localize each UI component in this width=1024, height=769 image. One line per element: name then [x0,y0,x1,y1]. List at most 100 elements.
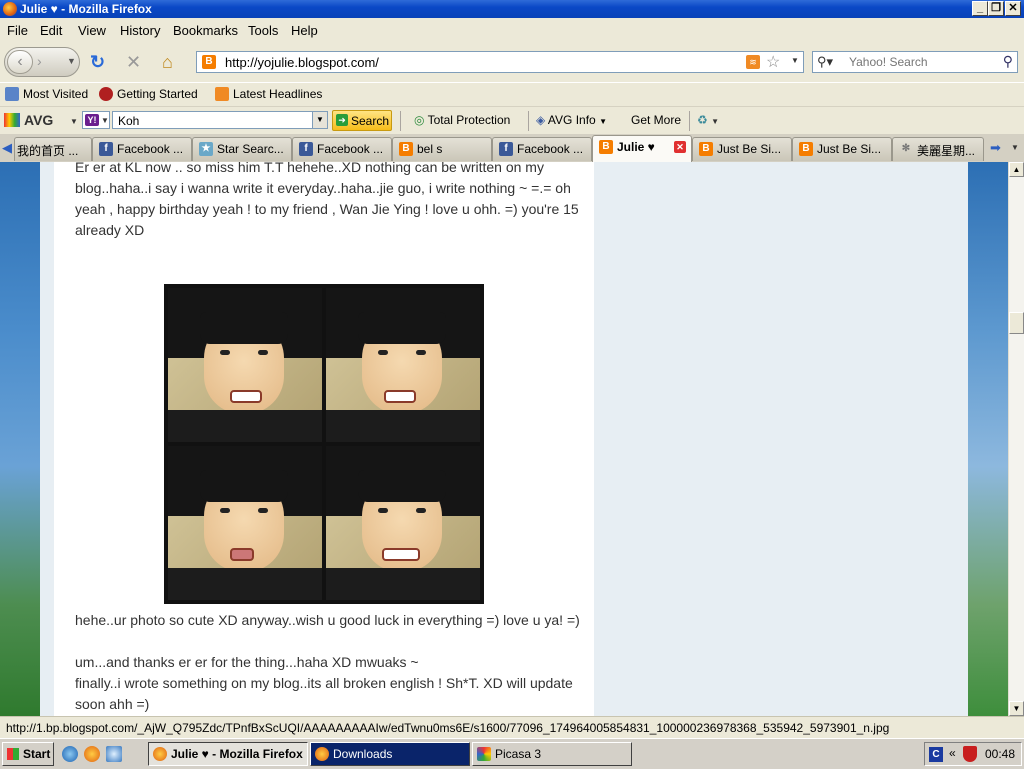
toolbar-search-field[interactable]: ▼ [112,111,328,129]
bookmark-most-visited[interactable]: Most Visited [5,87,88,101]
bookmark-star-icon[interactable]: ☆ [766,52,780,72]
task-downloads[interactable]: Downloads [310,742,470,766]
post-paragraph-2: hehe..ur photo so cute XD anyway..wish u… [75,612,580,628]
tab-star-search[interactable]: ★ Star Searc... [192,137,292,161]
history-dropdown-icon[interactable]: ▼ [67,56,76,66]
taskbar: Start Julie ♥ - Mozilla Firefox Download… [0,738,1024,769]
search-input[interactable] [847,54,991,70]
toolbar-search-dropdown-icon[interactable]: ▼ [312,112,327,128]
blogger-icon: B [699,142,713,156]
reload-icon[interactable]: ↻ [90,52,105,72]
tab-just-be-simple-1[interactable]: B Just Be Si... [692,137,792,161]
yahoo-button[interactable]: Y! ▼ [82,111,110,129]
toolbar-search-button[interactable]: ➜ Search [332,110,392,131]
facebook-icon: f [499,142,513,156]
home-icon[interactable]: ⌂ [162,52,173,72]
forward-button[interactable]: › [37,53,42,69]
get-more-button[interactable]: Get More [631,113,681,127]
minimize-button[interactable]: _ [972,1,988,16]
bookmark-latest-headlines[interactable]: Latest Headlines [215,87,322,101]
search-bar[interactable]: ⚲▾ ⚲ [812,51,1018,73]
collage-photo-3 [168,446,322,600]
menu-help[interactable]: Help [291,23,318,38]
rss-feed-icon[interactable]: ≋ [746,55,760,69]
tab-facebook-2[interactable]: f Facebook ... [292,137,392,161]
tab-facebook-3[interactable]: f Facebook ... [492,137,592,161]
menu-history[interactable]: History [120,23,160,38]
blog-post: Er er at KL now .. so miss him T.T heheh… [54,162,594,716]
maximize-button[interactable]: ❐ [988,1,1004,16]
loading-spinner-icon: ✻ [901,143,911,154]
bookmarks-toolbar: Most Visited Getting Started Latest Head… [0,82,1024,107]
page-viewport: Er er at KL now .. so miss him T.T heheh… [0,162,1008,716]
collage-photo-4 [326,446,480,600]
tab-julie-active[interactable]: B Julie ♥ ✕ [592,135,692,162]
tab-scroll-left-icon[interactable]: ◀ [2,140,12,156]
menu-file[interactable]: File [7,23,28,38]
menu-edit[interactable]: Edit [40,23,62,38]
menu-bookmarks[interactable]: Bookmarks [173,23,238,38]
avg-logo[interactable]: AVG [4,112,53,128]
task-firefox[interactable]: Julie ♥ - Mozilla Firefox [148,742,308,766]
tab-list-dropdown-icon[interactable]: ▼ [1011,143,1019,152]
avg-toolbar: AVG ▼ Y!▼ ▼ ➜ Search ◎ Total Protection … [0,106,1024,135]
yahoo-dropdown-icon: ▼ [101,116,109,125]
firefox-quicklaunch-icon[interactable] [84,746,100,762]
menu-tools[interactable]: Tools [248,23,278,38]
tab-home[interactable]: 我的首页 ... [14,137,92,161]
stop-icon[interactable]: ✕ [126,52,141,72]
tab-scroll-right-icon[interactable]: ➡ [990,140,1001,156]
tray-expand-icon[interactable]: « [949,746,956,760]
blogger-icon: B [799,142,813,156]
toolbar-search-input[interactable] [116,113,310,129]
scroll-up-icon[interactable]: ▲ [1009,162,1024,177]
tab-loading[interactable]: ✻ 美麗星期... [892,137,984,161]
start-button[interactable]: Start [2,742,54,766]
bookmark-getting-started[interactable]: Getting Started [99,87,198,101]
internet-explorer-icon[interactable] [62,746,78,762]
menu-bar: File Edit View History Bookmarks Tools H… [0,18,1024,43]
security-shield-icon[interactable] [963,746,977,762]
vertical-scrollbar[interactable]: ▲ ▼ [1008,162,1024,716]
tab-facebook-1[interactable]: f Facebook ... [92,137,192,161]
tab-close-icon[interactable]: ✕ [674,141,686,153]
task-picasa[interactable]: Picasa 3 [472,742,632,766]
bookmark-folder-icon [5,87,19,101]
show-desktop-icon[interactable] [106,746,122,762]
navigation-toolbar: ‹ › ▼ ↻ ✕ ⌂ B ≋ ☆ ▼ ⚲▾ ⚲ [0,42,1024,82]
avg-info-button[interactable]: ◈ AVG Info ▼ [536,113,607,127]
facebook-icon: f [99,142,113,156]
toolbar-extra-icon[interactable]: ♻ ▼ [697,113,719,127]
collage-photo-1 [168,288,322,442]
system-tray: C « 00:48 [924,742,1022,766]
tab-bel-s[interactable]: Bbel s [392,137,492,161]
language-icon[interactable]: C [929,747,943,762]
window-title: Julie ♥ - Mozilla Firefox [20,2,152,16]
tab-bar: ◀ 我的首页 ... f Facebook ... ★ Star Searc... … [0,134,1024,163]
firefox-icon [3,2,17,16]
avg-dropdown-icon[interactable]: ▼ [70,117,78,126]
photo-collage[interactable] [164,284,484,604]
menu-view[interactable]: View [78,23,106,38]
scroll-thumb[interactable] [1009,312,1024,334]
blogger-favicon-icon: B [202,55,216,69]
title-bar: Julie ♥ - Mozilla Firefox _ ❐ ✕ [0,0,1024,18]
avg-info-dropdown-icon: ▼ [599,117,607,126]
url-dropdown-icon[interactable]: ▼ [791,56,799,65]
url-bar[interactable]: B ≋ ☆ ▼ [196,51,804,73]
scroll-down-icon[interactable]: ▼ [1009,701,1024,716]
search-go-icon[interactable]: ⚲ [1003,53,1013,70]
url-input[interactable] [223,54,727,71]
blogger-icon: B [599,140,613,154]
tab-just-be-simple-2[interactable]: B Just Be Si... [792,137,892,161]
status-bar: http://1.bp.blogspot.com/_AjW_Q795Zdc/TP… [0,716,1024,739]
search-engine-icon[interactable]: ⚲▾ [817,54,833,70]
total-protection-button[interactable]: ◎ Total Protection [414,113,510,127]
status-text: http://1.bp.blogspot.com/_AjW_Q795Zdc/TP… [6,721,890,735]
rss-bookmark-icon [215,87,229,101]
post-paragraph-1: Er er at KL now .. so miss him T.T heheh… [75,162,579,238]
back-button[interactable]: ‹ [7,50,33,74]
close-button[interactable]: ✕ [1005,1,1021,16]
toolbar-divider [400,111,401,131]
yahoo-icon: Y! [85,114,99,126]
